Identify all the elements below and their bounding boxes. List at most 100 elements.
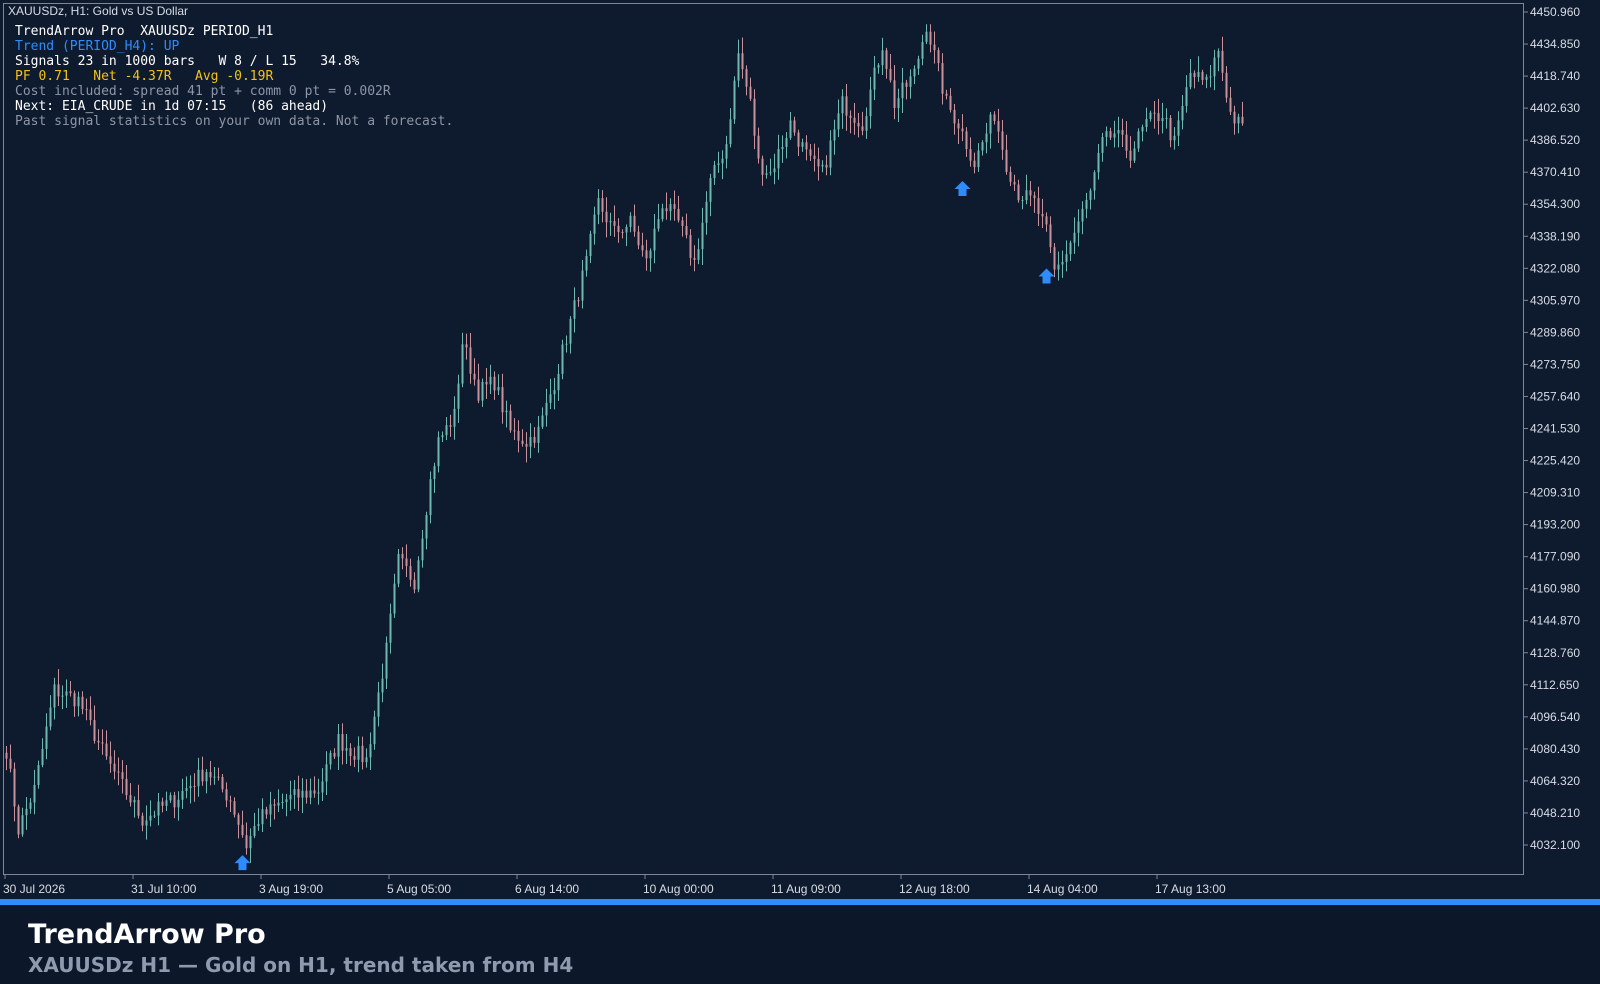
- candle-body: [1173, 135, 1176, 141]
- candle-body: [645, 250, 648, 259]
- candle-body: [1157, 113, 1160, 122]
- candle-body: [957, 123, 960, 129]
- candle-body: [637, 231, 640, 246]
- candle-body: [305, 790, 308, 798]
- price-tick-label: 4289.860: [1530, 325, 1580, 339]
- candle-body: [917, 58, 920, 69]
- candle-body: [781, 146, 784, 150]
- candle-body: [1065, 254, 1068, 262]
- candle-body: [161, 801, 164, 806]
- candle-body: [441, 435, 444, 438]
- candle-body: [137, 800, 140, 816]
- candle-body: [673, 204, 676, 209]
- candle-body: [617, 225, 620, 233]
- candle-body: [697, 249, 700, 260]
- candle-body: [141, 815, 144, 826]
- candle-body: [277, 802, 280, 806]
- candle-body: [529, 437, 532, 447]
- candle-body: [1045, 216, 1048, 225]
- candle-body: [65, 691, 68, 696]
- candle-body: [657, 219, 660, 229]
- candle-body: [913, 68, 916, 77]
- candle-body: [209, 772, 212, 778]
- price-tick-label: 4032.100: [1530, 838, 1580, 852]
- candle-body: [977, 150, 980, 168]
- candle-body: [237, 814, 240, 825]
- candle-body: [717, 163, 720, 166]
- candle-body: [1201, 71, 1204, 80]
- candle-body: [125, 778, 128, 796]
- candle-body: [945, 93, 948, 96]
- candle-body: [885, 50, 888, 69]
- candle-body: [865, 116, 868, 131]
- candle-body: [285, 799, 288, 803]
- candle-body: [177, 799, 180, 808]
- price-tick-label: 4080.430: [1530, 742, 1580, 756]
- indicator-line: Signals 23 in 1000 bars W 8 / L 15 34.8%: [15, 54, 360, 69]
- candle-body: [601, 198, 604, 212]
- candle-body: [1161, 118, 1164, 122]
- time-tick-label: 31 Jul 10:00: [131, 882, 197, 896]
- candle-body: [1013, 181, 1016, 185]
- candle-body: [965, 131, 968, 150]
- candle-body: [405, 558, 408, 567]
- candle-body: [29, 802, 32, 809]
- candle-body: [753, 98, 756, 136]
- candle-body: [421, 538, 424, 561]
- candle-body: [845, 96, 848, 116]
- candle-body: [929, 31, 932, 45]
- candle-body: [1005, 149, 1008, 172]
- candle-body: [289, 794, 292, 800]
- candle-body: [61, 695, 64, 697]
- candle-body: [553, 390, 556, 395]
- price-tick-label: 4354.300: [1530, 197, 1580, 211]
- candle-body: [545, 402, 548, 416]
- price-tick-label: 4370.410: [1530, 165, 1580, 179]
- candle-body: [1193, 72, 1196, 78]
- candle-body: [97, 740, 100, 743]
- price-tick-label: 4418.740: [1530, 69, 1580, 83]
- candle-body: [165, 800, 168, 806]
- candle-body: [813, 155, 816, 160]
- candle-body: [1029, 190, 1032, 196]
- indicator-line: TrendArrow Pro XAUUSDz PERIOD_H1: [15, 24, 274, 39]
- candle-body: [1213, 57, 1216, 77]
- candle-body: [1009, 171, 1012, 182]
- price-tick-label: 4209.310: [1530, 486, 1580, 500]
- candle-body: [525, 443, 528, 447]
- candle-body: [337, 734, 340, 757]
- indicator-line: Trend (PERIOD_H4): UP: [15, 39, 180, 54]
- candle-body: [821, 164, 824, 167]
- candle-body: [685, 226, 688, 236]
- candle-body: [937, 50, 940, 64]
- candle-body: [1057, 264, 1060, 270]
- candle-body: [825, 164, 828, 168]
- candle-body: [1169, 117, 1172, 141]
- candle-body: [1233, 111, 1236, 124]
- candle-body: [1129, 150, 1132, 161]
- candle-body: [57, 684, 60, 697]
- candle-body: [1113, 133, 1116, 138]
- candle-body: [281, 802, 284, 804]
- price-chart[interactable]: 4450.960 4434.850 4418.740 4402.630 4386.520…: [0, 0, 1600, 900]
- candle-body: [909, 76, 912, 87]
- candle-body: [801, 142, 804, 147]
- candle-body: [873, 67, 876, 90]
- candle-body: [109, 756, 112, 764]
- candles-group: [5, 24, 1244, 871]
- time-tick-label: 17 Aug 13:00: [1155, 882, 1226, 896]
- candle-body: [49, 707, 52, 727]
- candle-body: [457, 383, 460, 409]
- candle-body: [1197, 71, 1200, 78]
- candle-body: [857, 122, 860, 127]
- candle-body: [577, 300, 580, 302]
- candle-body: [925, 31, 928, 42]
- candle-body: [1101, 136, 1104, 153]
- candle-body: [1137, 131, 1140, 149]
- candle-body: [361, 745, 364, 763]
- time-tick-label: 6 Aug 14:00: [515, 882, 579, 896]
- candle-body: [1105, 131, 1108, 137]
- candle-body: [1165, 117, 1168, 119]
- candle-body: [221, 776, 224, 790]
- price-tick-label: 4112.650: [1530, 678, 1579, 692]
